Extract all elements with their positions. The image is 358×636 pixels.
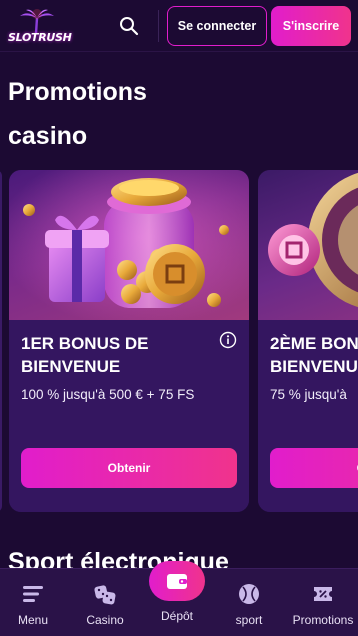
nav-item-casino[interactable]: Casino [72,569,138,636]
get-bonus-button[interactable]: Obtenir [21,448,237,488]
signup-button[interactable]: S'inscrire [271,6,351,46]
login-button[interactable]: Se connecter [167,6,267,46]
previous-card-edge [0,170,2,512]
nav-item-deposit[interactable] [149,561,205,601]
logo-wordmark: SLOTRUSH [8,31,72,44]
promotion-card[interactable]: 1ER BONUS DE BIENVENUE 100 % jusqu'à 500… [9,170,249,512]
nav-label-deposit: Dépôt [160,609,194,623]
get-bonus-button[interactable]: Obtenir [270,448,358,488]
promotion-image [258,170,358,320]
search-button[interactable] [116,13,142,39]
gift-coin-jar-illustration [9,170,249,320]
nav-label: sport [235,613,263,627]
dice-icon [92,581,118,607]
promotion-title: 2ÈME BONUS DE BIENVENUE [270,334,358,376]
slotrush-logo[interactable]: SLOTRUSH [8,8,72,44]
nav-item-sport[interactable]: sport [216,569,282,636]
promotion-image [9,170,249,320]
ball-icon [236,581,262,607]
promotion-description: 100 % jusqu'à 500 € + 75 FS [21,387,195,402]
promotion-title: 1ER BONUS DE BIENVENUE [21,334,149,376]
top-header: SLOTRUSH Se connecter S'inscrire [0,0,358,52]
nav-item-promotions[interactable]: Promotions [288,569,358,636]
nav-item-menu[interactable]: Menu [0,569,66,636]
promotion-description: 75 % jusqu'à [270,387,347,402]
nav-label: Casino [86,613,124,627]
wallet-icon [167,574,187,589]
roulette-chip-illustration [268,172,358,308]
ticket-icon [310,581,336,607]
page-title: Promotions [8,78,147,106]
menu-icon [20,581,46,607]
section-title-casino: casino [8,122,88,150]
search-icon [120,17,139,36]
header-divider [158,10,159,42]
nav-label: Promotions [292,613,354,627]
promotions-carousel[interactable]: 1ER BONUS DE BIENVENUE 100 % jusqu'à 500… [0,170,358,512]
nav-label: Menu [17,613,49,627]
info-icon[interactable] [219,331,237,349]
promotion-card[interactable]: 2ÈME BONUS DE BIENVENUE 75 % jusqu'à Obt… [258,170,358,512]
